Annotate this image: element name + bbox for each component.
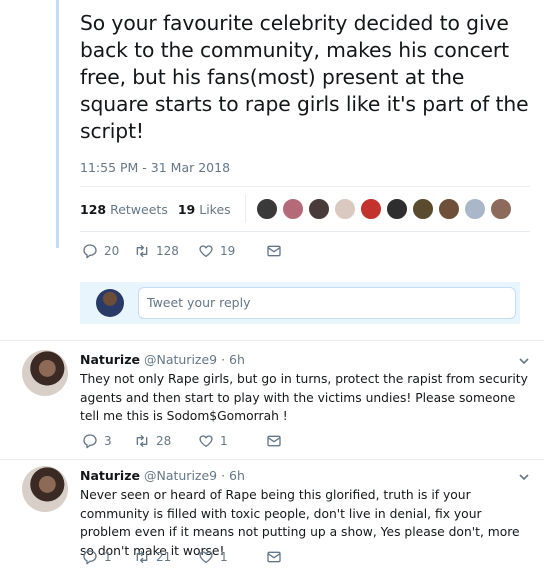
- likers-avatars: [255, 198, 516, 220]
- reply-icon: [83, 244, 97, 259]
- liker-avatar[interactable]: [489, 198, 512, 220]
- retweet-button[interactable]: 28: [134, 431, 198, 451]
- engagement-stats: 128 Retweets 19 Likes: [80, 195, 516, 223]
- reply-count: 1: [104, 550, 112, 564]
- user-handle[interactable]: @Naturize9 · 6h: [144, 468, 245, 483]
- liker-avatar[interactable]: [463, 198, 486, 220]
- thread-line: [56, 0, 59, 248]
- reply-input[interactable]: Tweet your reply: [138, 287, 516, 319]
- like-button[interactable]: 19: [198, 241, 266, 261]
- reply-actions: 3 28 1: [82, 431, 282, 451]
- retweets-stat[interactable]: 128 Retweets: [80, 202, 168, 217]
- avatar[interactable]: [22, 466, 68, 512]
- tweet-actions: 20 128 19: [82, 241, 282, 261]
- direct-message-button[interactable]: [266, 431, 282, 451]
- stats-separator: [244, 195, 246, 223]
- liker-avatar[interactable]: [281, 198, 304, 220]
- divider: [80, 186, 530, 187]
- like-button[interactable]: 1: [198, 431, 266, 451]
- envelope-icon: [267, 551, 281, 563]
- tweet-text: So your favourite celebrity decided to g…: [80, 11, 529, 143]
- liker-avatar[interactable]: [359, 198, 382, 220]
- chevron-down-icon[interactable]: [518, 471, 530, 483]
- retweet-button[interactable]: 21: [134, 547, 198, 567]
- like-count: 1: [220, 434, 228, 448]
- retweet-icon: [136, 551, 148, 563]
- liker-avatar[interactable]: [437, 198, 460, 220]
- reply-button[interactable]: 3: [82, 431, 134, 451]
- avatar[interactable]: [96, 289, 124, 317]
- like-count: 19: [220, 244, 236, 258]
- user-name[interactable]: Naturize: [80, 468, 140, 483]
- reply-button[interactable]: 1: [82, 547, 134, 567]
- chevron-down-icon[interactable]: [518, 355, 530, 367]
- retweet-count: 28: [156, 434, 172, 448]
- heart-icon: [199, 435, 213, 447]
- liker-avatar[interactable]: [411, 198, 434, 220]
- divider: [0, 340, 544, 341]
- tweet-timestamp[interactable]: 11:55 PM - 31 Mar 2018: [80, 160, 230, 175]
- likes-stat[interactable]: 19 Likes: [178, 202, 231, 217]
- envelope-icon: [267, 435, 281, 447]
- retweet-icon: [136, 245, 148, 257]
- retweet-count: 128: [156, 244, 179, 258]
- reply-count: 20: [104, 244, 120, 258]
- divider: [80, 231, 530, 232]
- direct-message-button[interactable]: [266, 547, 282, 567]
- reply-header: Naturize @Naturize9 · 6h: [80, 352, 245, 367]
- like-count: 1: [220, 550, 228, 564]
- reply-button[interactable]: 20: [82, 241, 134, 261]
- reply-actions: 1 21 1: [82, 547, 282, 567]
- liker-avatar[interactable]: [385, 198, 408, 220]
- reply-count: 3: [104, 434, 112, 448]
- avatar[interactable]: [22, 350, 68, 396]
- liker-avatar[interactable]: [307, 198, 330, 220]
- reply-text: They not only Rape girls, but go in turn…: [80, 372, 528, 423]
- heart-icon: [199, 245, 213, 257]
- retweet-button[interactable]: 128: [134, 241, 198, 261]
- heart-icon: [199, 551, 213, 563]
- liker-avatar[interactable]: [255, 198, 278, 220]
- retweet-count: 21: [156, 550, 172, 564]
- direct-message-button[interactable]: [266, 241, 282, 261]
- user-handle[interactable]: @Naturize9 · 6h: [144, 352, 245, 367]
- reply-header: Naturize @Naturize9 · 6h: [80, 468, 245, 483]
- divider: [0, 459, 544, 460]
- reply-icon: [83, 434, 97, 449]
- reply-icon: [83, 550, 97, 565]
- user-name[interactable]: Naturize: [80, 352, 140, 367]
- like-button[interactable]: 1: [198, 547, 266, 567]
- envelope-icon: [267, 245, 281, 257]
- liker-avatar[interactable]: [333, 198, 356, 220]
- retweet-icon: [136, 435, 148, 447]
